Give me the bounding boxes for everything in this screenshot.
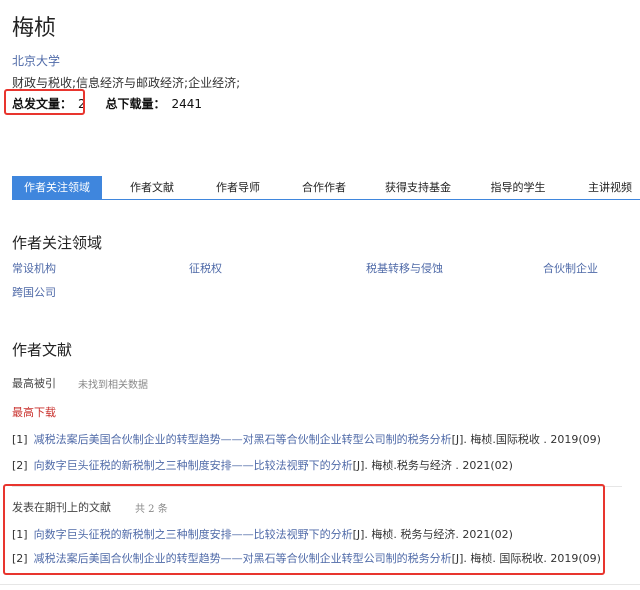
tab-coauthors[interactable]: 合作作者 — [290, 176, 358, 200]
article-meta: [J]. 梅桢.税务与经济 . 2021(02) — [352, 459, 513, 472]
author-name: 梅桢 — [12, 16, 57, 41]
article-title-link[interactable]: 减税法案后美国合伙制企业的转型趋势——对黑石等合伙制企业转型公司制的税务分析 — [34, 433, 452, 446]
most-cited-label: 最高被引 — [12, 377, 56, 390]
keyword-link[interactable]: 征税权 — [189, 260, 222, 276]
highlight-box-journal-articles — [3, 484, 605, 575]
tab-bar: 作者关注领域 作者文献 作者导师 合作作者 获得支持基金 指导的学生 主讲视频 — [0, 176, 640, 200]
most-cited-note: 未找到相关数据 — [78, 380, 148, 391]
tab-literature[interactable]: 作者文献 — [118, 176, 186, 200]
keyword-link[interactable]: 跨国公司 — [12, 284, 56, 300]
keyword-link[interactable]: 税基转移与侵蚀 — [366, 260, 443, 276]
tab-students[interactable]: 指导的学生 — [480, 176, 556, 200]
item-number: [2] — [12, 459, 28, 472]
tab-underline — [12, 199, 640, 200]
article-meta: [J]. 梅桢.国际税收 . 2019(09) — [451, 433, 601, 446]
tab-funds[interactable]: 获得支持基金 — [378, 176, 458, 200]
item-number: [1] — [12, 433, 28, 446]
bottom-divider — [0, 584, 640, 585]
download-count-label: 总下载量： — [105, 97, 166, 111]
keyword-link[interactable]: 合伙制企业 — [543, 260, 598, 276]
download-count-value: 2441 — [171, 97, 203, 111]
institution-link[interactable]: 北京大学 — [12, 52, 60, 69]
article-title-link[interactable]: 向数字巨头征税的新税制之三种制度安排——比较法视野下的分析 — [34, 459, 353, 472]
highlight-box-pub-count — [4, 89, 85, 115]
tab-videos[interactable]: 主讲视频 — [578, 176, 640, 200]
keyword-link[interactable]: 常设机构 — [12, 260, 56, 276]
tab-mentors[interactable]: 作者导师 — [204, 176, 272, 200]
download-item: [1] 减税法案后美国合伙制企业的转型趋势——对黑石等合伙制企业转型公司制的税务分… — [12, 431, 601, 447]
most-downloaded-label: 最高下载 — [12, 406, 56, 419]
literature-heading: 作者文献 — [12, 341, 73, 359]
download-item: [2] 向数字巨头征税的新税制之三种制度安排——比较法视野下的分析[J]. 梅桢.… — [12, 457, 513, 473]
focus-heading: 作者关注领域 — [12, 234, 103, 252]
tab-focus-areas[interactable]: 作者关注领域 — [12, 176, 102, 200]
